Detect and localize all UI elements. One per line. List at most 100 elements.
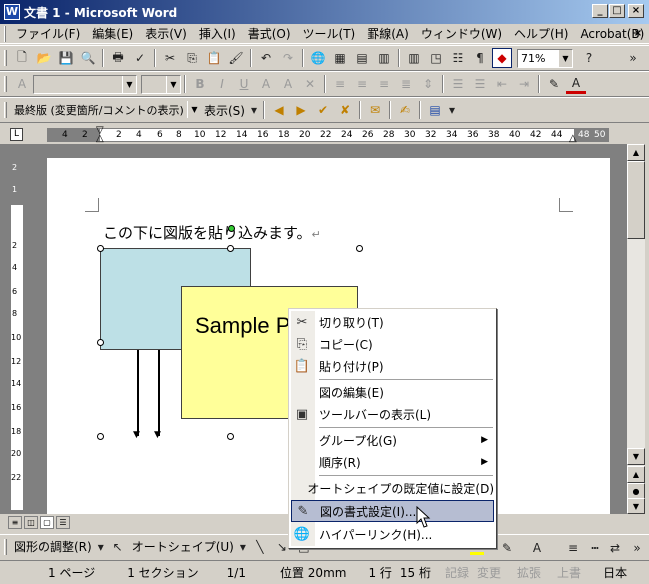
chevron-down-icon[interactable]: ▾ (96, 537, 106, 557)
menu-item-copy[interactable]: ⎘ コピー(C) (291, 333, 494, 355)
status-record[interactable]: 記録 (441, 564, 473, 581)
highlight-icon[interactable]: ✎ (544, 74, 564, 94)
dash-style-icon[interactable]: ┅ (585, 538, 605, 558)
align-justify-icon[interactable]: ≡ (330, 74, 350, 94)
web-layout-button[interactable]: ◫ (24, 516, 38, 529)
menu-item-paste[interactable]: 📋 貼り付け(P) (291, 355, 494, 377)
normal-view-button[interactable]: ≡ (8, 516, 22, 529)
font-color-icon[interactable]: A (566, 74, 586, 94)
font-name-combo[interactable]: ▼ (33, 74, 137, 94)
selection-handle[interactable] (356, 245, 363, 252)
menu-grip[interactable] (4, 25, 6, 42)
word-app-icon[interactable]: W (4, 4, 20, 20)
insert-excel-icon[interactable]: ▥ (374, 48, 394, 68)
chevron-down-icon[interactable]: ▼ (558, 49, 572, 67)
menu-view[interactable]: 表示(V) (139, 25, 193, 42)
toolbar-grip[interactable] (4, 538, 7, 555)
chevron-down-icon[interactable]: ▾ (249, 100, 259, 120)
selection-handle[interactable] (97, 433, 104, 440)
toolbar-options-icon[interactable]: ▾ (447, 100, 457, 120)
decrease-indent-icon[interactable]: ⇤ (492, 74, 512, 94)
menu-item-cut[interactable]: ✂ 切り取り(T) (291, 311, 494, 333)
accept-change-icon[interactable]: ✔ (313, 100, 333, 120)
scroll-up-button[interactable]: ▲ (627, 144, 645, 161)
menu-file[interactable]: ファイル(F) (10, 25, 86, 42)
menu-window[interactable]: ウィンドウ(W) (415, 25, 508, 42)
minimize-button[interactable]: _ (592, 4, 608, 18)
bullets-icon[interactable]: ☰ (470, 74, 490, 94)
menu-tools[interactable]: ツール(T) (297, 25, 362, 42)
line-spacing-icon[interactable]: ⇕ (418, 74, 438, 94)
acrobat-icon[interactable]: ◆ (492, 48, 512, 68)
menu-edit[interactable]: 編集(E) (86, 25, 139, 42)
arrow-style-icon[interactable]: ⇄ (605, 538, 625, 558)
chevron-down-icon[interactable]: ▾ (238, 537, 248, 557)
line-color-icon[interactable]: ✎ (497, 538, 517, 558)
left-indent-marker[interactable]: △ (96, 133, 104, 144)
menu-item-order[interactable]: 順序(R) ▶ (291, 451, 494, 473)
reject-change-icon[interactable]: ✘ (335, 100, 355, 120)
new-document-icon[interactable]: 🗋 (12, 48, 32, 68)
body-paragraph[interactable]: この下に図版を貼り込みます。↵ (103, 222, 321, 243)
document-close-button[interactable]: × (631, 28, 645, 40)
columns-icon[interactable]: ▥ (404, 48, 424, 68)
save-icon[interactable]: 💾 (56, 48, 76, 68)
menu-table[interactable]: 罫線(A) (361, 25, 415, 42)
menu-item-set-autoshape-default[interactable]: オートシェイプの既定値に設定(D) (291, 477, 494, 499)
char-shading-icon[interactable]: A (278, 74, 298, 94)
menu-item-hyperlink[interactable]: 🌐 ハイパーリンク(H)... (291, 523, 494, 545)
horizontal-ruler[interactable]: 4 2 2 4 6 8 10 12 14 16 18 20 22 24 26 2… (47, 125, 609, 144)
font-size-combo[interactable]: ▼ (141, 74, 181, 94)
toolbar-options-icon[interactable]: » (623, 48, 643, 68)
redo-icon[interactable]: ↷ (278, 48, 298, 68)
next-page-button[interactable]: ▼ (627, 498, 645, 514)
bold-icon[interactable]: B (190, 74, 210, 94)
menu-item-edit-picture[interactable]: 図の編集(E) (291, 381, 494, 403)
maximize-button[interactable]: □ (609, 4, 625, 18)
copy-icon[interactable]: ⎘ (182, 48, 202, 68)
arrow-line[interactable] (137, 350, 139, 436)
vertical-scrollbar[interactable]: ▲ ▼ ▲ ● ▼ (627, 144, 645, 514)
scroll-thumb[interactable] (627, 161, 645, 239)
document-map-icon[interactable]: ☷ (448, 48, 468, 68)
display-mode-combo[interactable]: 最終版 (変更箇所/コメントの表示) ▼ (11, 100, 201, 120)
font-color-icon[interactable]: A (527, 538, 547, 558)
print-layout-button[interactable]: ▢ (40, 516, 54, 529)
select-objects-icon[interactable]: ↖ (108, 537, 128, 557)
menu-insert[interactable]: 挿入(I) (193, 25, 242, 42)
toolbar-grip[interactable] (4, 76, 7, 92)
autoshapes-menu-button[interactable]: オートシェイプ(U) (129, 538, 237, 555)
menu-item-format-picture[interactable]: ✎ 図の書式設定(I)... (291, 500, 494, 522)
toolbar-grip[interactable] (4, 50, 7, 66)
drawing-icon[interactable]: ◳ (426, 48, 446, 68)
menu-item-group[interactable]: グループ化(G) ▶ (291, 429, 494, 451)
next-change-icon[interactable]: ▶ (291, 100, 311, 120)
align-center-icon[interactable]: ≡ (352, 74, 372, 94)
vertical-ruler[interactable]: 2 1 2 4 6 8 10 12 14 16 18 20 22 (10, 156, 24, 511)
distributed-icon[interactable]: ≣ (396, 74, 416, 94)
char-scale-icon[interactable]: ✕ (300, 74, 320, 94)
chevron-down-icon[interactable]: ▼ (122, 75, 136, 93)
insert-table-icon[interactable]: ▤ (352, 48, 372, 68)
zoom-combo[interactable]: 71% ▼ (517, 48, 573, 68)
insert-hyperlink-icon[interactable]: 🌐 (308, 48, 328, 68)
menu-format[interactable]: 書式(O) (242, 25, 297, 42)
selection-handle[interactable] (227, 433, 234, 440)
status-overtype[interactable]: 上書 (553, 564, 585, 581)
toolbar-grip[interactable] (4, 102, 7, 118)
format-painter-icon[interactable]: 🖌 (226, 48, 246, 68)
undo-icon[interactable]: ↶ (256, 48, 276, 68)
selection-handle[interactable] (227, 245, 234, 252)
selection-handle[interactable] (97, 339, 104, 346)
status-extend[interactable]: 拡張 (513, 564, 545, 581)
line-tool-icon[interactable]: ╲ (250, 537, 270, 557)
right-indent-marker[interactable]: △ (569, 133, 577, 144)
previous-page-button[interactable]: ▲ (627, 466, 645, 483)
align-right-icon[interactable]: ≡ (374, 74, 394, 94)
help-icon[interactable]: ? (579, 48, 599, 68)
show-button[interactable]: 表示(S) (201, 102, 248, 119)
char-border-icon[interactable]: A (256, 74, 276, 94)
rotation-handle[interactable] (228, 225, 235, 232)
close-button[interactable]: × (628, 4, 644, 18)
print-preview-icon[interactable]: 🔍 (78, 48, 98, 68)
